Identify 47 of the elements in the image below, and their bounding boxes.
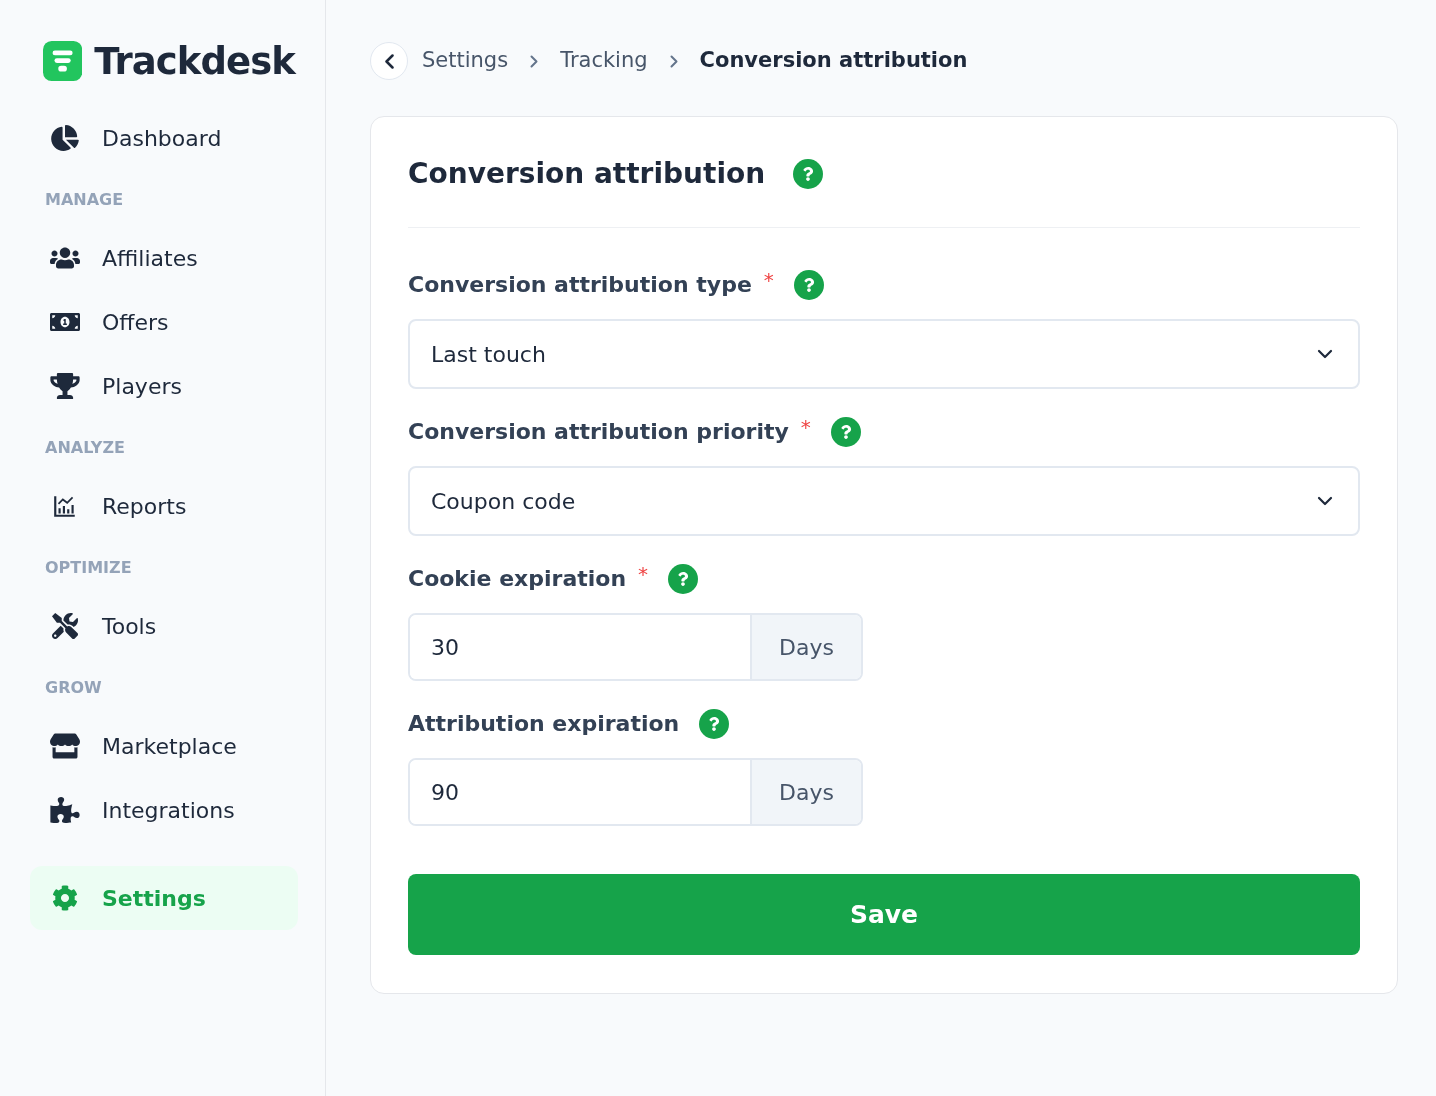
- section-heading: MANAGE: [45, 189, 125, 211]
- chevron-right-icon: [530, 54, 539, 68]
- card-title: Conversion attribution: [408, 156, 766, 192]
- users-icon: [50, 245, 80, 271]
- back-button[interactable]: [370, 42, 408, 80]
- field-label: Conversion attribution type: [408, 271, 752, 299]
- nav-item[interactable]: Dashboard: [30, 106, 298, 170]
- section-heading: ANALYZE: [45, 437, 126, 459]
- settings-icon: [50, 885, 80, 911]
- breadcrumb-item: Conversion attribution: [699, 47, 968, 75]
- select-field[interactable]: Last touch: [408, 319, 1360, 389]
- field-label: Attribution expiration: [408, 710, 680, 738]
- trophy-icon: [50, 373, 80, 399]
- section-heading: GROW: [45, 677, 103, 699]
- select-field[interactable]: Coupon code: [408, 466, 1360, 536]
- logo-icon: [43, 40, 83, 82]
- nav-item[interactable]: Reports: [30, 474, 298, 538]
- chevron-left-icon: [384, 53, 394, 69]
- unit-addon: Days: [750, 760, 861, 824]
- section-heading: OPTIMIZE: [45, 557, 133, 579]
- required-mark: *: [638, 560, 649, 588]
- store-icon: [50, 733, 80, 759]
- help-icon[interactable]: [668, 563, 699, 594]
- pie-chart-icon: [50, 125, 80, 151]
- breadcrumb-item[interactable]: Tracking: [560, 45, 648, 77]
- nav-item[interactable]: Offers: [30, 290, 298, 354]
- unit-addon: Days: [750, 615, 861, 679]
- nav-item[interactable]: Players: [30, 354, 298, 418]
- puzzle-icon: [50, 797, 80, 823]
- required-mark: *: [763, 266, 774, 294]
- number-field[interactable]: 90 Days: [408, 758, 863, 826]
- nav-item[interactable]: Integrations: [30, 778, 298, 842]
- help-icon[interactable]: [699, 708, 730, 739]
- nav-item[interactable]: Affiliates: [30, 226, 298, 290]
- required-mark: *: [800, 413, 811, 441]
- brand-name: Trackdesk: [94, 42, 295, 80]
- chevron-right-icon: [669, 54, 678, 68]
- help-icon[interactable]: [793, 159, 824, 189]
- field-label: Conversion attribution priority: [408, 418, 789, 446]
- tools-icon: [50, 613, 80, 639]
- nav-item[interactable]: Marketplace: [30, 714, 298, 778]
- nav-item[interactable]: Tools: [30, 594, 298, 658]
- help-icon[interactable]: [830, 416, 861, 447]
- breadcrumb-item[interactable]: Settings: [422, 45, 509, 77]
- help-icon[interactable]: [793, 269, 824, 300]
- field-label: Cookie expiration: [408, 565, 627, 593]
- number-field[interactable]: 30 Days: [408, 613, 863, 681]
